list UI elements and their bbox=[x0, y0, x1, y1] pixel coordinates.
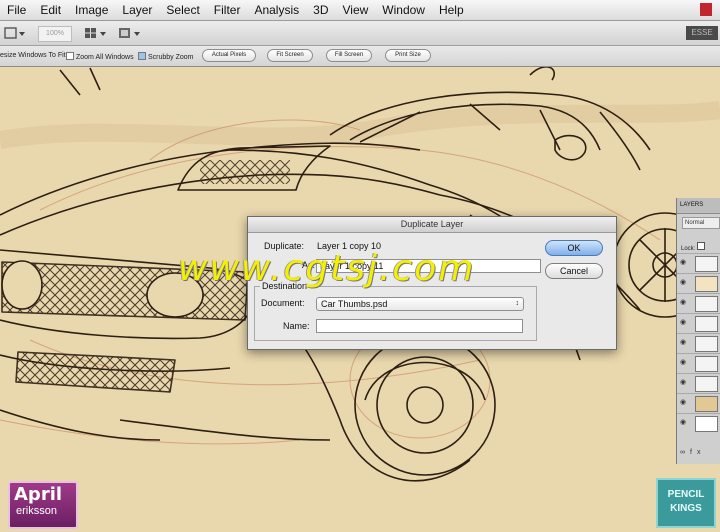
dialog-title: Duplicate Layer bbox=[248, 217, 616, 233]
layers-tab[interactable]: LAYERS bbox=[677, 198, 720, 214]
zoom-level-field[interactable]: 100% bbox=[38, 26, 72, 42]
zoom-all-windows-checkbox[interactable] bbox=[66, 52, 74, 60]
logo-bottom-text: eriksson bbox=[16, 505, 57, 517]
layer-row[interactable]: ◉ bbox=[677, 333, 720, 353]
layer-row[interactable]: ◉ bbox=[677, 313, 720, 333]
name-input[interactable] bbox=[316, 319, 523, 333]
eye-icon[interactable]: ◉ bbox=[680, 319, 688, 327]
tool-preset-icon[interactable] bbox=[4, 26, 26, 40]
menu-bar: File Edit Image Layer Select Filter Anal… bbox=[0, 0, 720, 21]
eye-icon[interactable]: ◉ bbox=[680, 279, 688, 287]
link-layers-icon[interactable]: ∞ bbox=[680, 449, 690, 456]
layer-thumbnail bbox=[695, 276, 718, 292]
photoshop-logo-icon bbox=[700, 3, 712, 16]
lock-transparency-icon[interactable] bbox=[697, 242, 706, 250]
logo-bottom-text: KINGS bbox=[670, 503, 702, 514]
print-size-button[interactable]: Print Size bbox=[385, 49, 431, 62]
scrubby-zoom-option[interactable]: Scrubby Zoom bbox=[138, 52, 194, 61]
blend-mode-select[interactable]: Normal bbox=[682, 217, 720, 229]
lock-label: Lock: bbox=[681, 246, 696, 252]
eye-icon[interactable]: ◉ bbox=[680, 339, 688, 347]
resize-windows-option[interactable]: esize Windows To Fit bbox=[0, 52, 66, 59]
watermark-text: www.cgtsj.com bbox=[178, 248, 476, 289]
layer-row[interactable]: ◉ bbox=[677, 353, 720, 373]
workspace-switcher[interactable]: ESSE bbox=[686, 26, 718, 40]
fill-screen-button[interactable]: Fill Screen bbox=[326, 49, 372, 62]
eye-icon[interactable]: ◉ bbox=[680, 299, 688, 307]
layers-tab-label: LAYERS bbox=[680, 202, 704, 208]
layer-thumbnail bbox=[695, 416, 718, 432]
layer-thumbnail bbox=[695, 296, 718, 312]
eye-icon[interactable]: ◉ bbox=[680, 419, 688, 427]
layer-thumbnail bbox=[695, 256, 718, 272]
menu-layer[interactable]: Layer bbox=[115, 3, 159, 17]
menu-select[interactable]: Select bbox=[159, 3, 206, 17]
layer-thumbnail bbox=[695, 316, 718, 332]
menu-file[interactable]: File bbox=[0, 3, 33, 17]
menu-view[interactable]: View bbox=[335, 3, 375, 17]
actual-pixels-button[interactable]: Actual Pixels bbox=[202, 49, 256, 62]
layers-panel: LAYERS Normal Lock: ◉ ◉ ◉ ◉ ◉ ◉ ◉ ◉ ◉ ∞f… bbox=[676, 198, 720, 464]
logo-top-text: April bbox=[14, 484, 63, 505]
layer-row[interactable]: ◉ bbox=[677, 413, 720, 433]
arrange-documents-icon[interactable] bbox=[118, 26, 142, 40]
layer-row[interactable]: ◉ bbox=[677, 273, 720, 293]
zoom-all-windows-label: Zoom All Windows bbox=[76, 54, 134, 61]
select-arrows-icon: ↕ bbox=[515, 300, 520, 307]
eye-icon[interactable]: ◉ bbox=[680, 359, 688, 367]
layer-row[interactable]: ◉ bbox=[677, 253, 720, 273]
menu-window[interactable]: Window bbox=[375, 3, 432, 17]
resize-windows-label: esize Windows To Fit bbox=[0, 52, 66, 59]
menu-image[interactable]: Image bbox=[68, 3, 115, 17]
eye-icon[interactable]: ◉ bbox=[680, 379, 688, 387]
cancel-button[interactable]: Cancel bbox=[545, 263, 603, 279]
fx-label: fx bbox=[690, 449, 706, 456]
layer-thumbnail bbox=[695, 356, 718, 372]
document-select-value: Car Thumbs.psd bbox=[321, 299, 388, 309]
view-extras-icon[interactable] bbox=[84, 26, 108, 40]
photoshop-window: File Edit Image Layer Select Filter Anal… bbox=[0, 0, 720, 532]
menu-help[interactable]: Help bbox=[432, 3, 471, 17]
menu-filter[interactable]: Filter bbox=[207, 3, 248, 17]
document-label: Document: bbox=[261, 298, 305, 308]
layer-row[interactable]: ◉ bbox=[677, 293, 720, 313]
layer-thumbnail bbox=[695, 396, 718, 412]
menu-3d[interactable]: 3D bbox=[306, 3, 335, 17]
zoom-all-windows-option[interactable]: Zoom All Windows bbox=[66, 52, 134, 61]
eye-icon[interactable]: ◉ bbox=[680, 399, 688, 407]
scrubby-zoom-checkbox[interactable] bbox=[138, 52, 146, 60]
logo-top-text: PENCIL bbox=[667, 489, 705, 500]
menu-edit[interactable]: Edit bbox=[33, 3, 68, 17]
document-select[interactable]: Car Thumbs.psd ↕ bbox=[316, 297, 524, 311]
layer-effects-button[interactable]: ∞fx bbox=[680, 449, 705, 456]
april-eriksson-logo: April eriksson bbox=[8, 481, 78, 529]
layer-row[interactable]: ◉ bbox=[677, 373, 720, 393]
layer-row[interactable]: ◉ bbox=[677, 393, 720, 413]
scrubby-zoom-label: Scrubby Zoom bbox=[148, 54, 194, 61]
ok-button[interactable]: OK bbox=[545, 240, 603, 256]
lock-row: Lock: bbox=[681, 242, 706, 252]
menu-analysis[interactable]: Analysis bbox=[247, 3, 306, 17]
layer-thumbnail bbox=[695, 336, 718, 352]
eye-icon[interactable]: ◉ bbox=[680, 259, 688, 267]
fit-screen-button[interactable]: Fit Screen bbox=[267, 49, 313, 62]
options-bar: esize Windows To Fit Zoom All Windows Sc… bbox=[0, 46, 720, 67]
application-bar: 100% ESSE bbox=[0, 21, 720, 46]
name-label: Name: bbox=[283, 321, 310, 331]
layer-thumbnail bbox=[695, 376, 718, 392]
pencil-kings-logo: PENCIL KINGS bbox=[656, 478, 716, 528]
